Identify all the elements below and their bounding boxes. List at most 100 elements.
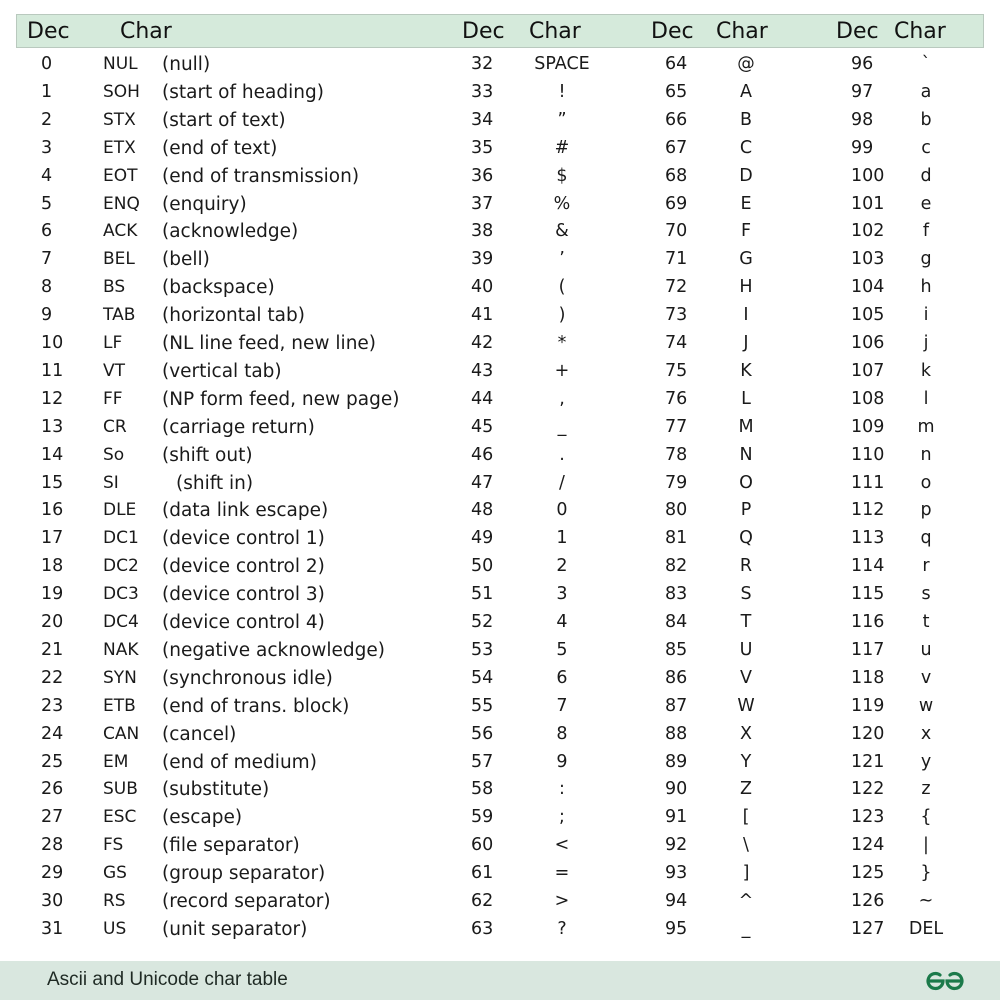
dec-cell: 87 <box>665 695 688 716</box>
description-cell: (shift out) <box>162 444 253 466</box>
char-cell: ) <box>558 305 566 326</box>
footer-bar: Ascii and Unicode char table <box>0 961 1000 1000</box>
char-cell: * <box>557 333 567 353</box>
dec-cell: 44 <box>471 388 494 409</box>
dec-cell: 109 <box>851 416 885 437</box>
abbreviation-cell: BS <box>103 277 126 298</box>
char-cell: 7 <box>556 695 568 716</box>
dec-cell: 82 <box>665 556 688 577</box>
char-cell: y <box>920 751 932 772</box>
dec-cell: 74 <box>665 333 688 353</box>
description-cell: (end of text) <box>162 137 278 159</box>
description-cell: (end of medium) <box>162 751 317 773</box>
dec-cell: 38 <box>471 221 494 242</box>
table-row: 16 DLE (data link escape) 48 0 80 P 112 p <box>0 497 1000 525</box>
abbreviation-cell: SOH <box>103 81 140 102</box>
dec-cell: 94 <box>665 891 688 911</box>
dec-cell: 64 <box>665 54 688 74</box>
dec-cell: 26 <box>41 779 64 800</box>
description-cell: (carriage return) <box>162 416 315 438</box>
description-cell: (end of trans. block) <box>162 695 350 717</box>
header-dec-3: Dec <box>651 19 694 44</box>
char-cell: B <box>739 109 753 130</box>
dec-cell: 111 <box>851 472 885 493</box>
dec-cell: 99 <box>851 137 874 158</box>
table-row: 24 CAN (cancel) 56 8 88 X 120 x <box>0 721 1000 749</box>
table-row: 26 SUB (substitute) 58: 90 Z 122 z <box>0 776 1000 804</box>
dec-cell: 34 <box>471 109 494 130</box>
abbreviation-cell: So <box>103 444 125 465</box>
dec-cell: 125 <box>851 863 885 884</box>
abbreviation-cell: ACK <box>103 221 138 242</box>
abbreviation-cell: ETX <box>103 137 136 158</box>
dec-cell: 40 <box>471 277 494 298</box>
abbreviation-cell: EM <box>103 751 129 772</box>
char-cell: q <box>920 528 932 549</box>
dec-cell: 69 <box>665 193 688 214</box>
table-header: Dec Char Dec Char Dec Char Dec Char <box>16 14 984 48</box>
char-cell: T <box>740 612 752 632</box>
dec-cell: 119 <box>851 695 885 716</box>
char-cell: X <box>740 723 752 744</box>
description-cell: (device control 4) <box>162 612 325 633</box>
dec-cell: 61 <box>471 863 494 884</box>
char-cell: ’ <box>559 249 565 270</box>
table-row: 3 ETX (end of text) 35 #67 C 99 c <box>0 135 1000 163</box>
char-cell: x <box>920 723 932 744</box>
dec-cell: 120 <box>851 723 885 744</box>
geeksforgeeks-logo-icon <box>926 971 964 991</box>
dec-cell: 36 <box>471 165 494 186</box>
char-cell: Y <box>740 751 752 772</box>
abbreviation-cell: RS <box>103 891 126 911</box>
dec-cell: 12 <box>41 388 64 409</box>
char-cell: ] <box>742 863 750 884</box>
abbreviation-cell: SI <box>103 472 119 493</box>
dec-cell: 52 <box>471 612 494 632</box>
dec-cell: 1 <box>41 81 53 102</box>
abbreviation-cell: DC1 <box>103 528 139 549</box>
description-cell: (data link escape) <box>162 500 329 522</box>
char-cell: k <box>920 360 932 381</box>
table-row: 30 RS (record separator) 62 >94 ^ 126 ~ <box>0 888 1000 916</box>
footer-title: Ascii and Unicode char table <box>47 969 288 990</box>
header-dec-1: Dec <box>27 19 70 44</box>
dec-cell: 66 <box>665 109 688 130</box>
table-row: 11 VT (vertical tab) 43 +75 K 107 k <box>0 358 1000 386</box>
char-cell: / <box>559 472 565 493</box>
char-cell: Q <box>739 528 753 549</box>
char-cell: 8 <box>556 723 568 744</box>
char-cell: ? <box>557 918 567 939</box>
header-char-4: Char <box>894 19 946 44</box>
dec-cell: 79 <box>665 472 688 493</box>
dec-cell: 126 <box>851 891 885 911</box>
char-cell: . <box>559 444 565 465</box>
table-row: 20 DC4 (device control 4) 52 4 84 T 116 t <box>0 609 1000 637</box>
char-cell: U <box>739 639 753 660</box>
table-row: 2 STX (start of text) 34 ” 66 B 98 b <box>0 107 1000 135</box>
char-cell: : <box>559 779 565 800</box>
char-cell: # <box>554 137 570 158</box>
char-cell: G <box>739 249 753 270</box>
dec-cell: 39 <box>471 249 494 270</box>
abbreviation-cell: DC3 <box>103 584 139 605</box>
description-cell: (escape) <box>162 807 243 829</box>
description-cell: (group separator) <box>162 863 326 885</box>
char-cell: 5 <box>556 639 568 660</box>
char-cell: w <box>918 695 934 716</box>
description-cell: (substitute) <box>162 779 270 801</box>
char-cell: 6 <box>556 667 568 688</box>
abbreviation-cell: FF <box>103 388 123 409</box>
description-cell: (file separator) <box>162 835 300 857</box>
char-cell: F <box>740 221 752 242</box>
char-cell: d <box>920 165 932 186</box>
description-cell: (record separator) <box>162 891 331 912</box>
dec-cell: 116 <box>851 612 885 632</box>
dec-cell: 17 <box>41 528 64 549</box>
dec-cell: 60 <box>471 835 494 856</box>
char-cell: S <box>740 584 752 605</box>
dec-cell: 23 <box>41 695 64 716</box>
dec-cell: 56 <box>471 723 494 744</box>
dec-cell: 75 <box>665 360 688 381</box>
char-cell: 0 <box>556 500 568 521</box>
table-row: 0 NUL (null) 32 SPACE 64 @96 ` <box>0 51 1000 79</box>
